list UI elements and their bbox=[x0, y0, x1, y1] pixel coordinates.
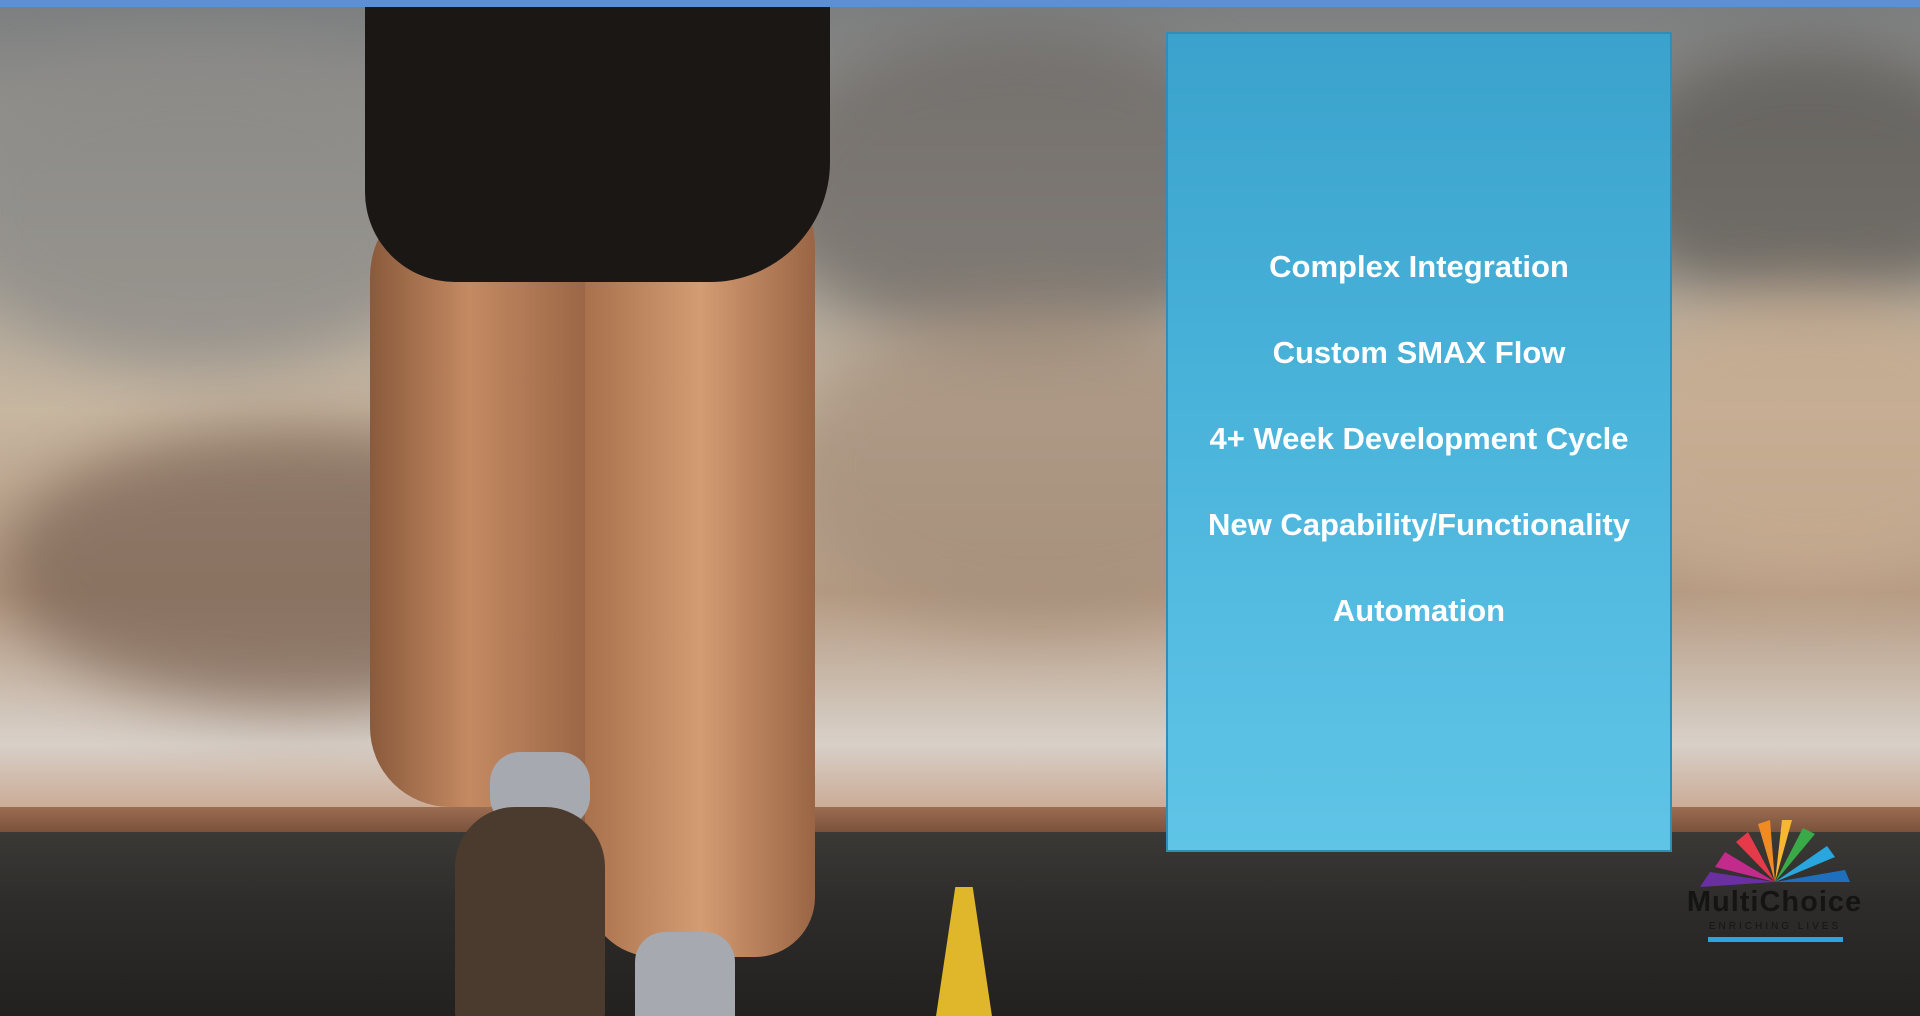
logo-wordmark: MultiChoice bbox=[1686, 886, 1863, 918]
panel-item-automation: Automation bbox=[1332, 593, 1506, 628]
panel-item-new-capability: New Capability/Functionality bbox=[1208, 507, 1630, 542]
panel-item-complex-integration: Complex Integration bbox=[1269, 249, 1569, 284]
feature-panel: Complex Integration Custom SMAX Flow 4+ … bbox=[1166, 32, 1672, 852]
top-accent-bar bbox=[0, 0, 1920, 7]
panel-item-custom-smax-flow: Custom SMAX Flow bbox=[1272, 335, 1566, 370]
panel-item-development-cycle: 4+ Week Development Cycle bbox=[1209, 421, 1629, 456]
logo-url-bar bbox=[1708, 937, 1843, 942]
logo-tagline: ENRICHING LIVES bbox=[1708, 921, 1842, 932]
